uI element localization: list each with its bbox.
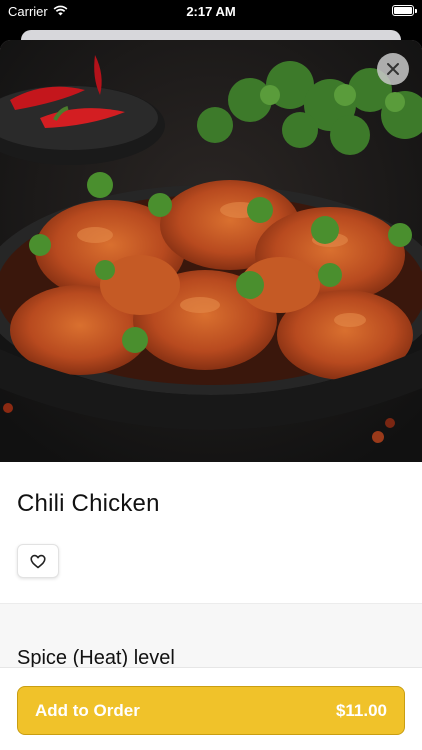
order-price: $11.00 — [335, 700, 387, 720]
battery-icon — [392, 5, 414, 16]
favorite-button[interactable] — [17, 544, 59, 578]
heart-icon — [30, 554, 46, 568]
status-bar: Carrier 2:17 AM — [0, 0, 422, 24]
status-time: 2:17 AM — [186, 4, 236, 19]
close-icon — [387, 63, 399, 75]
add-to-order-label: Add to Order — [35, 700, 140, 720]
close-button[interactable] — [377, 53, 409, 85]
item-title: Chili Chicken — [17, 490, 160, 517]
item-detail-sheet: Chili Chicken Spice (Heat) level Add to … — [0, 40, 422, 750]
add-to-order-button[interactable]: Add to Order $11.00 — [17, 686, 405, 735]
item-image — [0, 40, 422, 462]
screen: Carrier 2:17 AM Chili Chicken Spice (Hea… — [0, 0, 422, 750]
bottom-bar: Add to Order $11.00 — [0, 667, 422, 750]
